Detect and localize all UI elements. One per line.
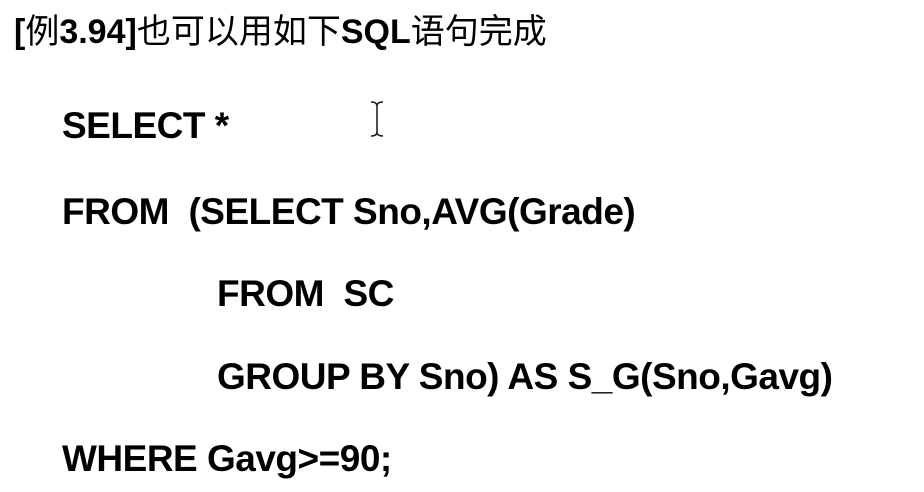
code-line-select: SELECT * xyxy=(62,105,229,146)
title-bracket-open: [ xyxy=(14,13,26,51)
title-bracket-close: ] xyxy=(125,13,137,51)
title-sql: SQL xyxy=(340,13,411,51)
code-line-group-by: GROUP BY Sno) AS S_G(Sno,Gavg) xyxy=(217,356,833,397)
title-example-number: 3.94 xyxy=(59,13,126,51)
code-line-where: WHERE Gavg>=90; xyxy=(62,438,392,479)
code-line-from-sc: FROM SC xyxy=(217,273,394,314)
title-text-part2: 语句完成 xyxy=(410,12,547,52)
title-text-part1: 也可以用如下 xyxy=(136,12,341,52)
code-line-from-subquery: FROM (SELECT Sno,AVG(Grade) xyxy=(62,191,636,232)
slide-title: [例3.94]也可以用如下SQL语句完成 xyxy=(14,8,547,56)
title-example-label: 例 xyxy=(25,12,60,52)
text-cursor-icon xyxy=(370,101,384,137)
